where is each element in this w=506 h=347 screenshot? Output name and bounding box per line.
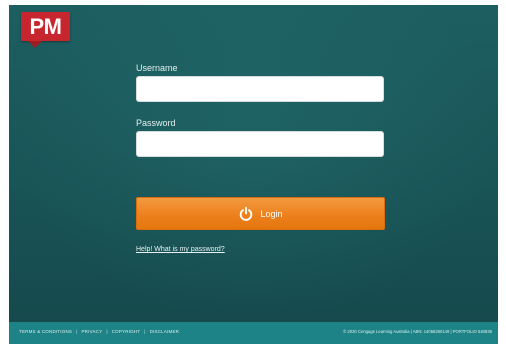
power-icon xyxy=(240,206,253,221)
username-label: Username xyxy=(136,63,178,73)
footer-bar: TERMS & CONDITIONS | PRIVACY | COPYRIGHT… xyxy=(9,322,498,344)
login-label: Login xyxy=(260,208,283,219)
footer-link-disclaimer[interactable]: DISCLAIMER xyxy=(150,329,180,334)
footer-link-copyright[interactable]: COPYRIGHT xyxy=(112,329,141,334)
username-input[interactable] xyxy=(136,76,384,102)
footer-separator: | xyxy=(106,329,108,334)
footer-separator: | xyxy=(76,329,78,334)
footer-separator: | xyxy=(144,329,146,334)
footer-link-terms[interactable]: TERMS & CONDITIONS xyxy=(19,329,72,334)
login-button[interactable]: Login xyxy=(136,197,385,230)
copyright-text: © 2020 Cengage Learning Australia | ABN:… xyxy=(343,329,492,334)
password-input[interactable] xyxy=(136,131,384,157)
password-label: Password xyxy=(136,118,176,128)
login-screen: PM Username Password Login Help! What is… xyxy=(9,5,498,322)
footer-link-privacy[interactable]: PRIVACY xyxy=(81,329,102,334)
footer-links: TERMS & CONDITIONS | PRIVACY | COPYRIGHT… xyxy=(19,329,179,334)
logo-tail-shape xyxy=(28,41,42,48)
pm-logo: PM xyxy=(21,12,70,41)
login-form: Username Password xyxy=(136,63,386,157)
forgot-password-link[interactable]: Help! What is my password? xyxy=(136,246,225,253)
